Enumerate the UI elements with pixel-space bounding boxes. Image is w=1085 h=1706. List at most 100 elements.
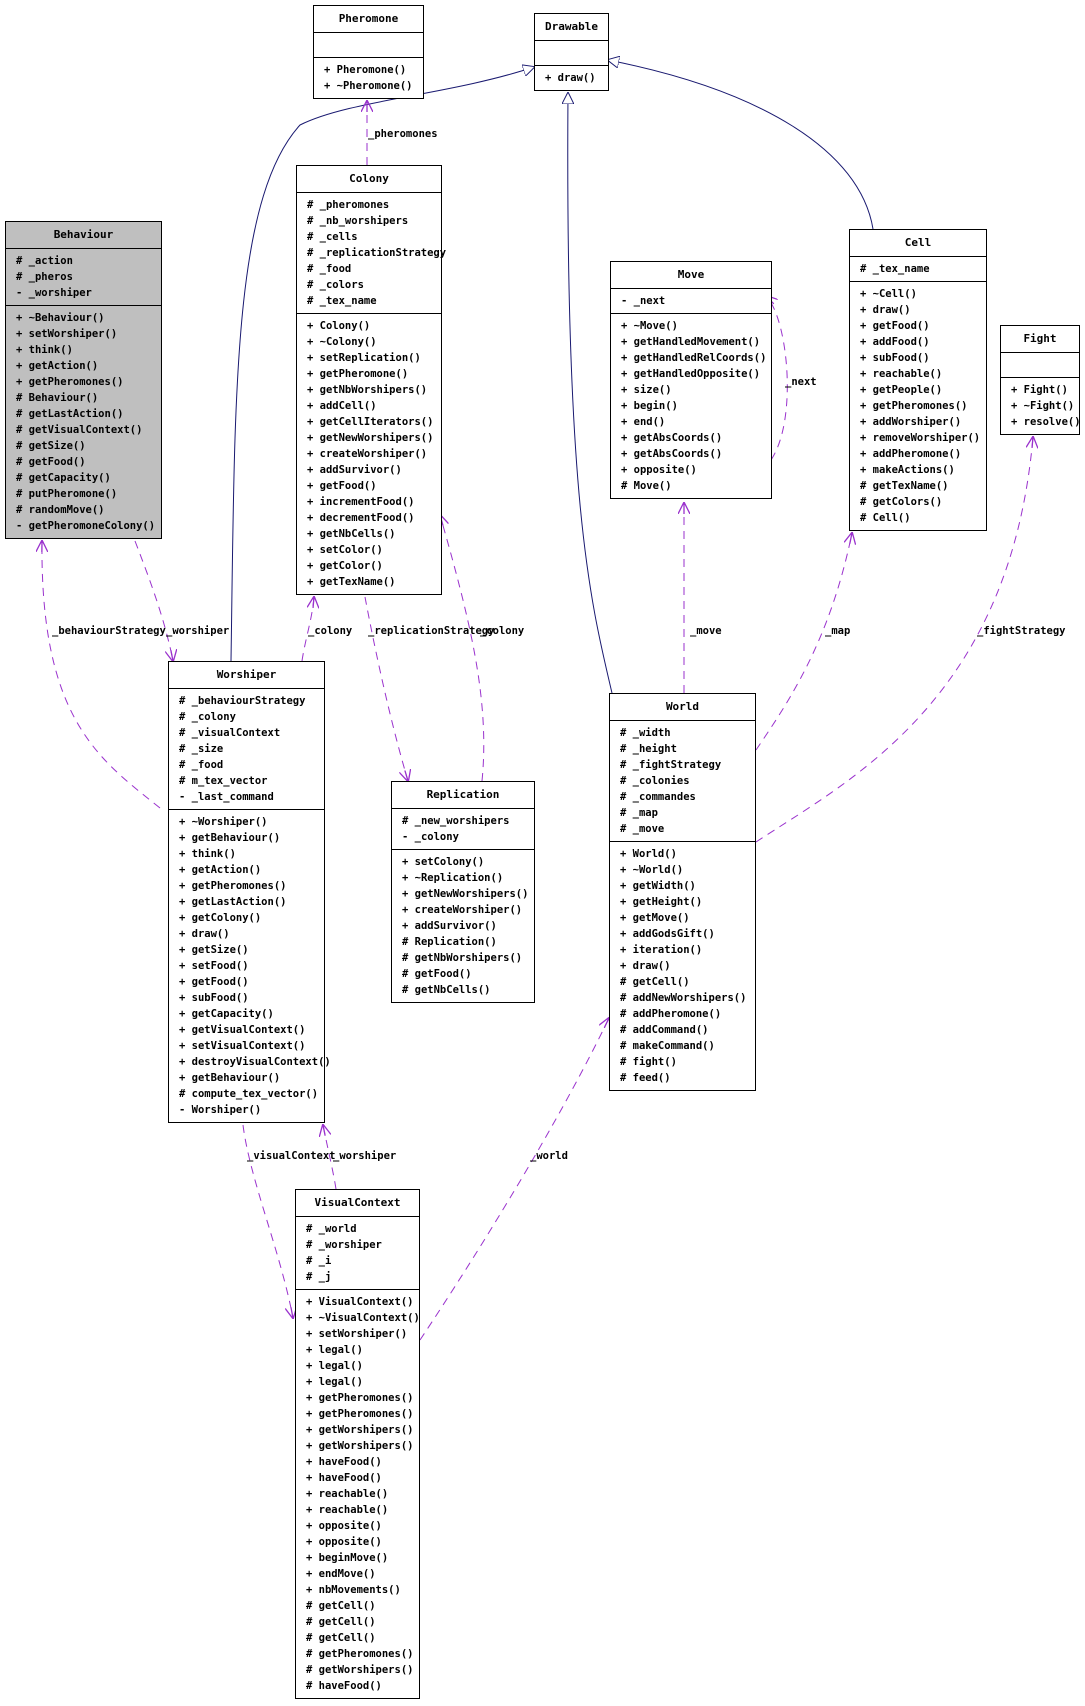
method: + getNewWorshipers()	[307, 432, 434, 444]
method: # getFood()	[16, 456, 86, 468]
method: # getSize()	[16, 440, 86, 452]
method: # makeCommand()	[620, 1040, 715, 1052]
method: # getVisualContext()	[16, 424, 143, 436]
class-cell[interactable]: Cell # _tex_name + ~Cell() + draw() + getFoo…	[849, 229, 987, 531]
class-drawable[interactable]: Drawable + draw()	[534, 13, 609, 91]
method: + getPeople()	[860, 384, 943, 396]
attribute: - _colony	[402, 831, 459, 843]
method: # compute_tex_vector()	[179, 1088, 319, 1100]
attribute: # _food	[307, 263, 352, 275]
attributes-section: # _action # _pheros - _worshiper	[6, 249, 161, 306]
method: + setColony()	[402, 856, 485, 868]
attribute: # _world	[306, 1223, 357, 1235]
method: # addCommand()	[620, 1024, 709, 1036]
method: + getWidth()	[620, 880, 696, 892]
class-world[interactable]: World # _width # _height # _fightStrategy # …	[609, 693, 756, 1091]
class-fight[interactable]: Fight + Fight() + ~Fight() + resolve()	[1000, 325, 1081, 435]
method: + begin()	[621, 400, 678, 412]
method: + getCapacity()	[179, 1008, 274, 1020]
method: # getLastAction()	[16, 408, 124, 420]
class-pheromone[interactable]: Pheromone + Pheromone() + ~Pheromone()	[313, 5, 424, 99]
method: # getNbCells()	[402, 984, 491, 996]
method: + Fight()	[1011, 384, 1068, 396]
method: + getPheromones()	[16, 376, 124, 388]
method: + think()	[16, 344, 73, 356]
attribute: # _width	[620, 727, 671, 739]
attribute: # _tex_name	[307, 295, 377, 307]
method: # addNewWorshipers()	[620, 992, 747, 1004]
method: + haveFood()	[306, 1472, 382, 1484]
method: + reachable()	[306, 1504, 389, 1516]
method: # getCell()	[306, 1632, 376, 1644]
method: + setVisualContext()	[179, 1040, 306, 1052]
class-worshiper[interactable]: Worshiper # _behaviourStrategy # _colony # …	[168, 661, 331, 1123]
class-move[interactable]: Move - _next + ~Move() + getHandledMovement…	[610, 261, 772, 499]
method: + addCell()	[307, 400, 377, 412]
class-name: Worshiper	[169, 662, 324, 689]
methods-section: + ~Move() + getHandledMovement() + getHand…	[611, 314, 771, 498]
method: + size()	[621, 384, 672, 396]
method: # getFood()	[402, 968, 472, 980]
method: + addSurvivor()	[402, 920, 497, 932]
methods-section: + World() + ~World() + getWidth() + getHeig…	[610, 842, 755, 1090]
label-visual-context: _visualContext	[247, 1150, 336, 1162]
method: + getBehaviour()	[179, 832, 281, 844]
method: + setWorshiper()	[306, 1328, 408, 1340]
label-colony: _colony	[308, 625, 353, 637]
class-name: Fight	[1001, 326, 1079, 353]
method: + getHeight()	[620, 896, 703, 908]
method: + ~Pheromone()	[324, 80, 413, 92]
methods-section: + draw()	[535, 66, 608, 90]
method: + getNbCells()	[307, 528, 396, 540]
method: + nbMovements()	[306, 1584, 401, 1596]
method: + ~World()	[620, 864, 684, 876]
class-visualcontext[interactable]: VisualContext # _world # _worshiper # _i # _…	[295, 1189, 420, 1699]
method: + getNewWorshipers()	[402, 888, 529, 900]
attribute: # _food	[179, 759, 224, 771]
method: # getCapacity()	[16, 472, 111, 484]
methods-section: + ~Behaviour() + setWorshiper() + think() +…	[6, 306, 161, 538]
label-map: _map	[825, 625, 851, 637]
method: + getLastAction()	[179, 896, 287, 908]
attribute: # _visualContext	[179, 727, 281, 739]
class-colony[interactable]: Colony # _pheromones # _nb_worshipers # _ce…	[296, 165, 447, 595]
methods-section: + Fight() + ~Fight() + resolve()	[1001, 378, 1081, 434]
method: + getNbWorshipers()	[307, 384, 428, 396]
method: + draw()	[620, 960, 671, 972]
attribute: # _pheros	[16, 271, 73, 283]
method: + getFood()	[860, 320, 930, 332]
method: + ~Behaviour()	[16, 312, 105, 324]
method: + World()	[620, 848, 677, 860]
attribute: - _last_command	[179, 791, 274, 803]
method: + addGodsGift()	[620, 928, 715, 940]
class-behaviour[interactable]: Behaviour # _action # _pheros - _worshiper +…	[5, 221, 162, 539]
attributes-section: - _next	[611, 289, 771, 314]
method: + makeActions()	[860, 464, 955, 476]
attribute: # _replicationStrategy	[307, 247, 447, 259]
attribute: # _colony	[179, 711, 236, 723]
label-world: _world	[530, 1150, 568, 1162]
method: # getWorshipers()	[306, 1664, 414, 1676]
class-name: Replication	[392, 782, 534, 809]
method: + getAction()	[179, 864, 262, 876]
method: + getHandledRelCoords()	[621, 352, 767, 364]
attribute: # _behaviourStrategy	[179, 695, 306, 707]
method: + subFood()	[179, 992, 249, 1004]
attribute: # _map	[620, 807, 658, 819]
method: + Pheromone()	[324, 64, 407, 76]
attribute: # _commandes	[620, 791, 696, 803]
attribute: # _fightStrategy	[620, 759, 722, 771]
attributes-section: # _tex_name	[850, 257, 986, 282]
attribute: # _size	[179, 743, 224, 755]
attributes-section: # _pheromones # _nb_worshipers # _cells # _…	[297, 193, 447, 314]
methods-section: + ~Worshiper() + getBehaviour() + think() +…	[169, 810, 331, 1122]
method: # randomMove()	[16, 504, 105, 516]
label-replication-strategy: _replicationStrategy	[368, 625, 495, 637]
class-replication[interactable]: Replication # _new_worshipers - _colony + s…	[391, 781, 535, 1003]
attributes-section	[314, 33, 423, 58]
method: + ~VisualContext()	[306, 1312, 420, 1324]
method: + getPheromones()	[306, 1408, 414, 1420]
method: + opposite()	[306, 1520, 382, 1532]
method: # Behaviour()	[16, 392, 99, 404]
attribute: # _pheromones	[307, 199, 390, 211]
